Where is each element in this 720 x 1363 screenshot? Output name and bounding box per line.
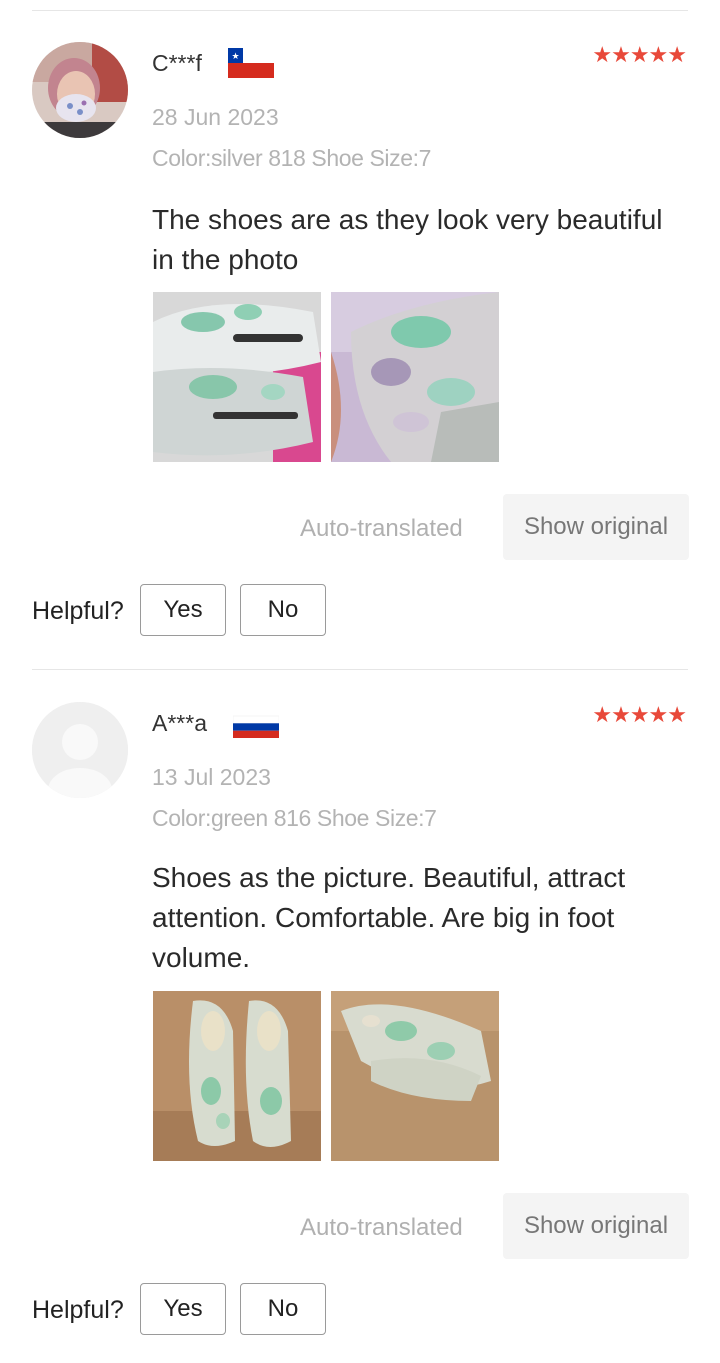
auto-translated-label: Auto-translated — [300, 515, 463, 542]
russia-flag-icon — [233, 715, 279, 738]
helpful-label: Helpful? — [32, 597, 124, 625]
review-photo[interactable] — [331, 991, 499, 1161]
review-text: Shoes as the picture. Beautiful, attract… — [152, 862, 626, 973]
review-card: C***f ★ ★★★★★ 28 Jun 2023 Color:silver 8… — [0, 42, 720, 642]
review-card: A***a ★★★★★ 13 Jul 2023 Color:green 816 … — [0, 702, 720, 1352]
review-divider — [32, 669, 688, 670]
avatar[interactable] — [32, 42, 128, 138]
svg-text:★: ★ — [231, 52, 239, 62]
auto-translated-label: Auto-translated — [300, 1214, 463, 1241]
show-original-button[interactable]: Show original — [503, 1193, 689, 1259]
rating-stars: ★★★★★ — [592, 42, 687, 67]
show-original-button[interactable]: Show original — [503, 494, 689, 560]
review-date: 13 Jul 2023 — [152, 764, 271, 790]
reviewer-name: A***a — [152, 710, 207, 736]
review-photo[interactable] — [331, 292, 499, 462]
helpful-label: Helpful? — [32, 1296, 124, 1324]
chile-flag-icon: ★ — [228, 48, 274, 78]
reviewer-name: C***f — [152, 50, 202, 76]
product-variant: Color:green 816 Shoe Size:7 — [152, 805, 437, 831]
review-text: The shoes are as they look very beautifu… — [152, 204, 663, 275]
helpful-no-button[interactable]: No — [240, 584, 326, 636]
helpful-yes-button[interactable]: Yes — [140, 1283, 226, 1335]
helpful-no-button[interactable]: No — [240, 1283, 326, 1335]
review-date: 28 Jun 2023 — [152, 104, 279, 130]
rating-stars: ★★★★★ — [592, 702, 687, 727]
product-variant: Color:silver 818 Shoe Size:7 — [152, 145, 432, 171]
review-photo[interactable] — [153, 991, 321, 1161]
top-divider — [32, 10, 688, 11]
helpful-yes-button[interactable]: Yes — [140, 584, 226, 636]
review-photo[interactable] — [153, 292, 321, 462]
avatar[interactable] — [32, 702, 128, 798]
